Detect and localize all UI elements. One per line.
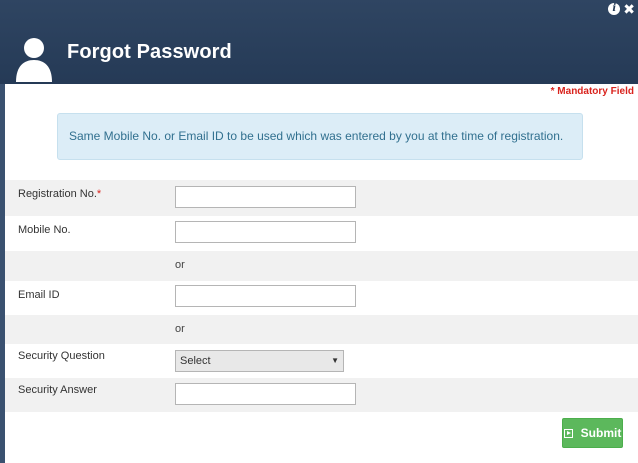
required-mark: * xyxy=(96,188,102,200)
email-label: Email ID xyxy=(18,289,60,301)
security-answer-input[interactable] xyxy=(175,383,356,405)
mobile-row: Mobile No. xyxy=(5,216,638,251)
security-answer-row: Security Answer xyxy=(5,378,638,412)
or-row-1: or xyxy=(5,251,638,281)
submit-button[interactable]: Submit xyxy=(562,418,623,448)
registration-input[interactable] xyxy=(175,186,356,208)
header-icons: i ✖ xyxy=(608,2,635,16)
security-question-selected: Select xyxy=(180,355,211,367)
or-row-2: or xyxy=(5,315,638,344)
registration-label: Registration No.* xyxy=(18,188,102,200)
security-question-row: Security Question Select ▼ xyxy=(5,344,638,378)
security-answer-label: Security Answer xyxy=(18,384,97,396)
or-separator-2: or xyxy=(175,323,185,335)
submit-arrow-icon xyxy=(563,428,573,438)
mandatory-field-note: * Mandatory Field xyxy=(550,86,634,97)
email-input[interactable] xyxy=(175,285,356,307)
or-separator-1: or xyxy=(175,259,185,271)
info-notice: Same Mobile No. or Email ID to be used w… xyxy=(57,113,583,160)
info-icon[interactable]: i xyxy=(608,3,621,15)
email-row: Email ID xyxy=(5,281,638,315)
dialog-title: Forgot Password xyxy=(67,41,232,63)
dialog-header: Forgot Password i ✖ xyxy=(0,0,638,84)
security-question-select[interactable]: Select ▼ xyxy=(175,350,344,372)
close-icon[interactable]: ✖ xyxy=(623,2,635,16)
chevron-down-icon: ▼ xyxy=(331,356,339,365)
user-avatar-icon xyxy=(16,38,52,82)
security-question-label: Security Question xyxy=(18,350,105,362)
mobile-label: Mobile No. xyxy=(18,224,71,236)
mobile-input[interactable] xyxy=(175,221,356,243)
submit-label: Submit xyxy=(580,426,622,440)
registration-row: Registration No.* xyxy=(5,180,638,216)
